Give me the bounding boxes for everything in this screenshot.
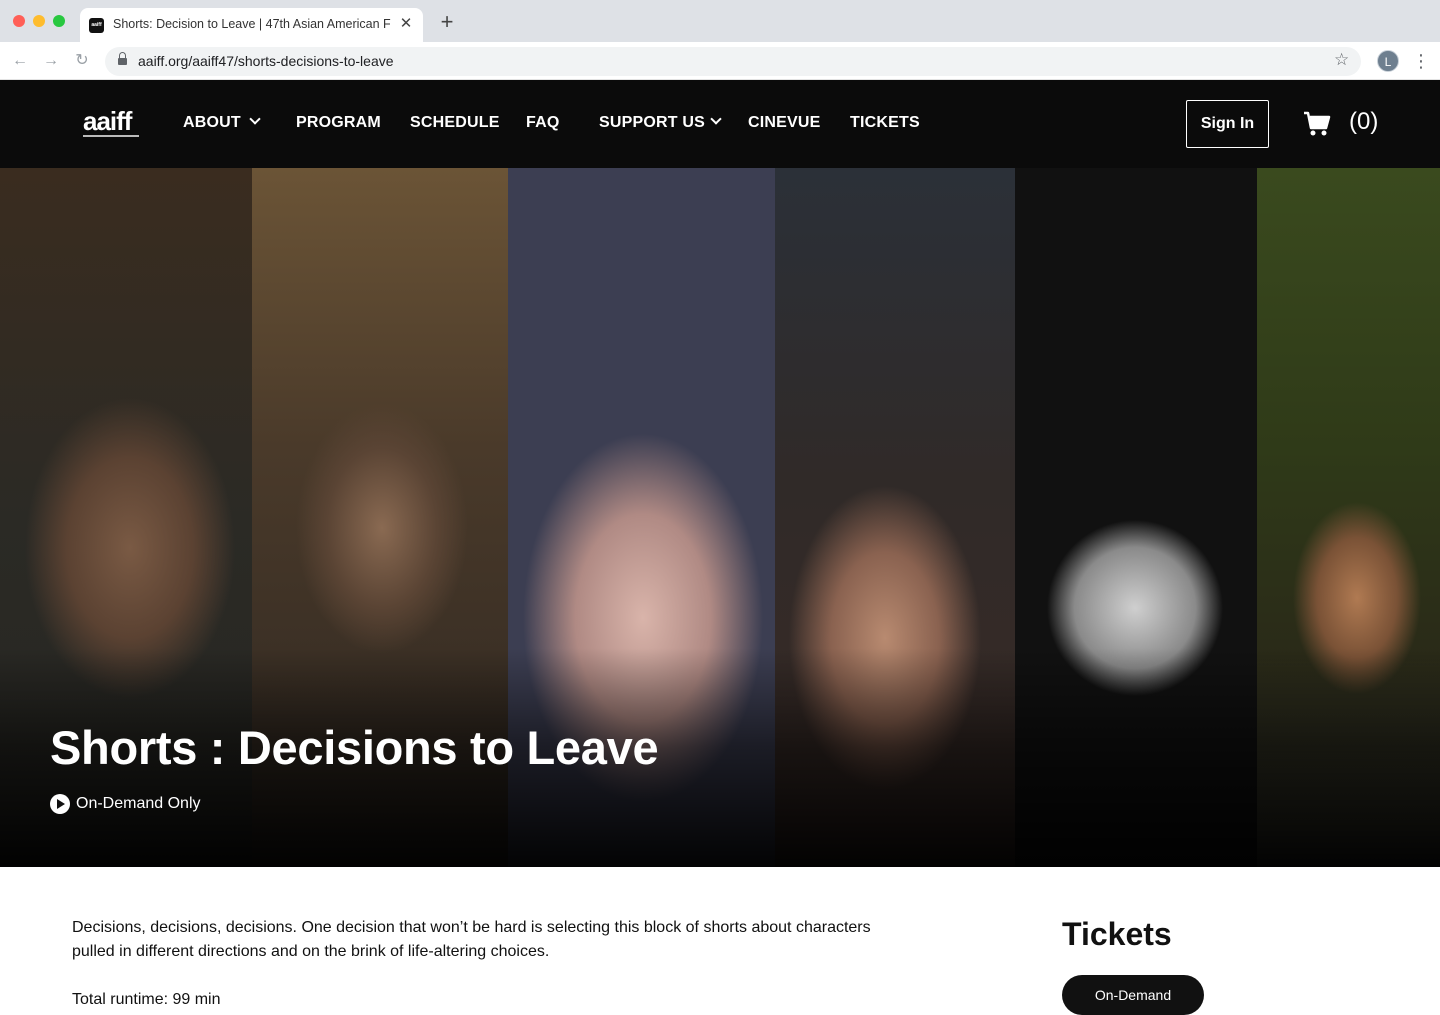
sign-in-button[interactable]: Sign In bbox=[1186, 100, 1269, 148]
on-demand-ticket-button[interactable]: On-Demand bbox=[1062, 975, 1204, 1015]
favicon-icon: aaiff bbox=[89, 18, 104, 33]
runtime-text: Total runtime: 99 min bbox=[72, 991, 221, 1008]
back-icon[interactable]: ← bbox=[10, 51, 30, 71]
nav-program[interactable]: PROGRAM bbox=[296, 114, 381, 132]
minimize-window-button[interactable] bbox=[33, 15, 45, 27]
nav-faq[interactable]: FAQ bbox=[526, 114, 560, 132]
site-header: aaiff ABOUT PROGRAM SCHEDULE FAQ SUPPORT… bbox=[0, 80, 1440, 168]
nav-cinevue[interactable]: CINEVUE bbox=[748, 114, 821, 132]
browser-tab-strip: aaiff Shorts: Decision to Leave | 47th A… bbox=[0, 0, 1440, 42]
chevron-down-icon bbox=[249, 113, 261, 125]
nav-support-us[interactable]: SUPPORT US bbox=[599, 113, 722, 132]
close-window-button[interactable] bbox=[13, 15, 25, 27]
address-bar-row: ← → ↻ aaiff.org/aaiff47/shorts-decisions… bbox=[0, 42, 1440, 80]
tab-close-icon[interactable]: ✕ bbox=[398, 15, 414, 33]
tickets-heading: Tickets bbox=[1062, 916, 1172, 952]
nav-tickets[interactable]: TICKETS bbox=[850, 114, 920, 132]
hero-banner: Shorts : Decisions to Leave On-Demand On… bbox=[0, 168, 1440, 867]
bookmark-star-icon[interactable]: ☆ bbox=[1334, 50, 1349, 70]
play-icon bbox=[50, 794, 70, 814]
badge-label: On-Demand Only bbox=[76, 795, 201, 812]
site-logo[interactable]: aaiff bbox=[83, 108, 139, 137]
url-text: aaiff.org/aaiff47/shorts-decisions-to-le… bbox=[138, 53, 394, 69]
nav-about[interactable]: ABOUT bbox=[183, 113, 261, 132]
profile-avatar[interactable]: L bbox=[1377, 50, 1399, 72]
chevron-down-icon bbox=[710, 113, 722, 125]
forward-icon[interactable]: → bbox=[41, 51, 61, 71]
logo-tagline-line bbox=[83, 135, 139, 137]
cart-count[interactable]: (0) bbox=[1349, 108, 1378, 136]
reload-icon[interactable]: ↻ bbox=[72, 51, 92, 71]
url-field[interactable]: aaiff.org/aaiff47/shorts-decisions-to-le… bbox=[105, 47, 1361, 76]
page-title: Shorts : Decisions to Leave bbox=[50, 721, 659, 774]
tab-title: Shorts: Decision to Leave | 47th Asian A… bbox=[113, 17, 391, 31]
browser-menu-icon[interactable]: ⋮ bbox=[1412, 51, 1430, 71]
nav-schedule[interactable]: SCHEDULE bbox=[410, 114, 500, 132]
maximize-window-button[interactable] bbox=[53, 15, 65, 27]
lock-icon bbox=[118, 52, 127, 66]
new-tab-icon[interactable]: + bbox=[436, 11, 458, 33]
cart-icon[interactable] bbox=[1303, 111, 1331, 137]
program-description: Decisions, decisions, decisions. One dec… bbox=[72, 919, 871, 960]
browser-tab[interactable]: aaiff Shorts: Decision to Leave | 47th A… bbox=[80, 8, 423, 42]
